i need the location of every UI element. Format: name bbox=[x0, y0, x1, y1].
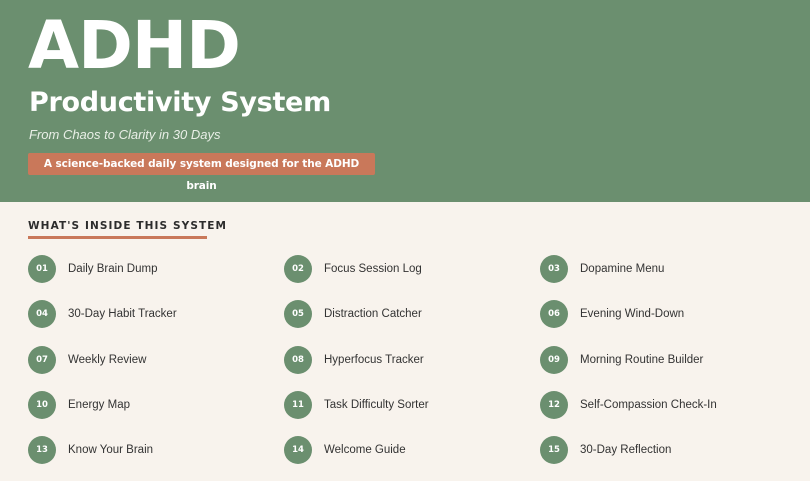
item-number-badge: 14 bbox=[284, 436, 312, 464]
heading-underline bbox=[28, 236, 207, 239]
list-item: 06 Evening Wind-Down bbox=[540, 300, 684, 328]
list-item: 04 30-Day Habit Tracker bbox=[28, 300, 177, 328]
list-item: 14 Welcome Guide bbox=[284, 436, 406, 464]
item-number-badge: 13 bbox=[28, 436, 56, 464]
item-number-badge: 12 bbox=[540, 391, 568, 419]
item-number-badge: 15 bbox=[540, 436, 568, 464]
item-label: Focus Session Log bbox=[324, 263, 422, 275]
section-heading: WHAT'S INSIDE THIS SYSTEM bbox=[28, 220, 228, 232]
item-label: 30-Day Habit Tracker bbox=[68, 308, 177, 320]
item-number-badge: 09 bbox=[540, 346, 568, 374]
item-label: Task Difficulty Sorter bbox=[324, 399, 429, 411]
item-label: Weekly Review bbox=[68, 354, 147, 366]
item-label: Daily Brain Dump bbox=[68, 263, 158, 275]
item-number-badge: 07 bbox=[28, 346, 56, 374]
item-number-badge: 08 bbox=[284, 346, 312, 374]
list-item: 15 30-Day Reflection bbox=[540, 436, 671, 464]
item-label: Self-Compassion Check-In bbox=[580, 399, 717, 411]
list-item: 12 Self-Compassion Check-In bbox=[540, 391, 717, 419]
item-label: Dopamine Menu bbox=[580, 263, 665, 275]
item-label: Energy Map bbox=[68, 399, 131, 411]
item-number-badge: 03 bbox=[540, 255, 568, 283]
item-number-badge: 02 bbox=[284, 255, 312, 283]
item-number-badge: 06 bbox=[540, 300, 568, 328]
list-item: 05 Distraction Catcher bbox=[284, 300, 422, 328]
item-label: Distraction Catcher bbox=[324, 308, 422, 320]
list-item: 03 Dopamine Menu bbox=[540, 255, 664, 283]
item-number-badge: 11 bbox=[284, 391, 312, 419]
item-number-badge: 01 bbox=[28, 255, 56, 283]
list-item: 09 Morning Routine Builder bbox=[540, 346, 703, 374]
item-label: Welcome Guide bbox=[324, 444, 406, 456]
contents-section: WHAT'S INSIDE THIS SYSTEM 01 Daily Brain… bbox=[0, 202, 810, 481]
item-number-badge: 05 bbox=[284, 300, 312, 328]
description-badge: A science-backed daily system designed f… bbox=[28, 153, 375, 192]
tagline: From Chaos to Clarity in 30 Days bbox=[29, 127, 221, 142]
item-label: 30-Day Reflection bbox=[580, 444, 672, 456]
list-item: 10 Energy Map bbox=[28, 391, 130, 419]
page-subtitle: Productivity System bbox=[29, 87, 331, 118]
item-number-badge: 04 bbox=[28, 300, 56, 328]
list-item: 08 Hyperfocus Tracker bbox=[284, 346, 424, 374]
list-item: 13 Know Your Brain bbox=[28, 436, 153, 464]
item-label: Morning Routine Builder bbox=[580, 354, 704, 366]
item-label: Evening Wind-Down bbox=[580, 308, 685, 320]
item-number-badge: 10 bbox=[28, 391, 56, 419]
list-item: 01 Daily Brain Dump bbox=[28, 255, 157, 283]
item-label: Hyperfocus Tracker bbox=[324, 354, 424, 366]
list-item: 07 Weekly Review bbox=[28, 346, 146, 374]
page-title: ADHD bbox=[28, 7, 241, 84]
item-label: Know Your Brain bbox=[68, 444, 154, 456]
list-item: 02 Focus Session Log bbox=[284, 255, 422, 283]
hero-banner: ADHD Productivity System From Chaos to C… bbox=[0, 0, 810, 202]
list-item: 11 Task Difficulty Sorter bbox=[284, 391, 429, 419]
